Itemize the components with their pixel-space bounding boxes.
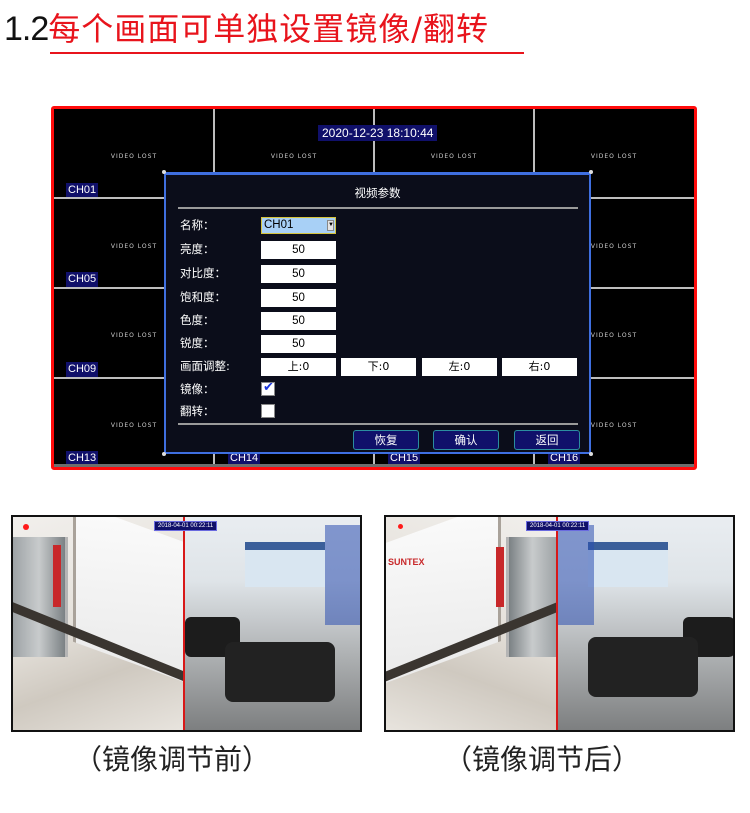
door-frame — [506, 537, 556, 657]
confirm-button[interactable]: 确认 — [433, 430, 499, 450]
dialog-separator — [178, 207, 578, 209]
flip-checkbox[interactable] — [261, 404, 275, 418]
hue-input[interactable]: 50 — [261, 312, 336, 330]
section-number: 1.2 — [4, 10, 49, 48]
camera-preview-before: 2018-04-01 00:22:11 — [11, 515, 362, 732]
channel-grid: VIDEO LOST CH01 VIDEO LOST VIDEO LOST VID… — [54, 109, 694, 467]
channel-name-value: CH01 — [264, 219, 294, 231]
flip-label: 翻转： — [180, 404, 215, 418]
dialog-separator — [178, 423, 578, 425]
saturation-label: 饱和度： — [180, 290, 226, 304]
picture-adjust-label: 画面调整: — [180, 359, 230, 373]
camera-view-right — [185, 517, 360, 730]
system-clock: 2020-12-23 18:10:44 — [318, 125, 438, 141]
saturation-input[interactable]: 50 — [261, 289, 336, 307]
video-lost-label: VIDEO LOST — [430, 153, 478, 160]
brightness-label: 亮度： — [180, 242, 215, 256]
mirror-checkbox[interactable]: ✔ — [261, 380, 275, 396]
adjust-right-input[interactable]: 右:0 — [502, 358, 577, 376]
window — [588, 542, 668, 587]
dvr-screen: VIDEO LOST CH01 VIDEO LOST VIDEO LOST VID… — [51, 106, 697, 470]
channel-name-select[interactable]: CH01 ▼ — [261, 217, 336, 234]
channel-label: CH09 — [66, 361, 99, 377]
brightness-input[interactable]: 50 — [261, 241, 336, 259]
channel-label: CH01 — [66, 182, 99, 198]
blue-wall — [558, 525, 594, 625]
video-lost-label: VIDEO LOST — [110, 153, 158, 160]
contrast-label: 对比度： — [180, 266, 226, 280]
hue-label: 色度： — [180, 313, 215, 327]
dropdown-arrow-icon[interactable]: ▼ — [327, 220, 334, 231]
video-params-dialog: 视频参数 名称： CH01 ▼ 亮度： 50 对比度： 50 饱和度： 50 色… — [164, 172, 591, 454]
mirror-label: 镜像： — [180, 382, 215, 396]
blue-wall — [325, 525, 360, 625]
dialog-corner-handle — [162, 452, 166, 456]
recording-indicator-icon — [23, 524, 29, 530]
sofa — [588, 637, 698, 697]
adjust-bottom-input[interactable]: 下:0 — [341, 358, 416, 376]
heading-underline — [50, 52, 524, 54]
red-banner — [496, 547, 504, 607]
camera-view-left — [13, 517, 185, 730]
before-caption: （镜像调节前） — [74, 743, 271, 776]
sofa — [225, 642, 335, 702]
back-button[interactable]: 返回 — [514, 430, 580, 450]
dialog-corner-handle — [589, 452, 593, 456]
recording-indicator-icon — [398, 524, 403, 529]
red-banner — [53, 545, 61, 607]
adjust-top-input[interactable]: 上:0 — [261, 358, 336, 376]
camera-view-right — [558, 517, 733, 730]
channel-label: CH05 — [66, 272, 99, 287]
sharpness-label: 锐度： — [180, 336, 215, 350]
checkmark-icon: ✔ — [263, 380, 274, 395]
section-title: 每个画面可单独设置镜像/翻转 — [48, 10, 490, 48]
dialog-corner-handle — [589, 170, 593, 174]
video-lost-label: VIDEO LOST — [590, 153, 638, 160]
camera-timestamp: 2018-04-01 00:22:11 — [154, 521, 218, 531]
restore-button[interactable]: 恢复 — [353, 430, 419, 450]
camera-view-left: SUNTEX — [386, 517, 556, 730]
section-heading: 1.2 每个画面可单独设置镜像/翻转 — [4, 4, 489, 48]
sharpness-input[interactable]: 50 — [261, 335, 336, 353]
company-logo: SUNTEX — [388, 557, 425, 567]
video-lost-label: VIDEO LOST — [270, 153, 318, 160]
name-label: 名称： — [180, 218, 215, 232]
camera-timestamp: 2018-04-01 00:22:11 — [526, 521, 590, 531]
dialog-corner-handle — [162, 170, 166, 174]
camera-preview-after: SUNTEX 2018-04-01 00:22:11 — [384, 515, 735, 732]
dialog-title: 视频参数 — [354, 186, 401, 200]
screen-bottom-bar — [54, 464, 694, 467]
window — [245, 542, 325, 587]
after-caption: （镜像调节后） — [444, 743, 641, 776]
contrast-input[interactable]: 50 — [261, 265, 336, 283]
adjust-left-input[interactable]: 左:0 — [422, 358, 497, 376]
